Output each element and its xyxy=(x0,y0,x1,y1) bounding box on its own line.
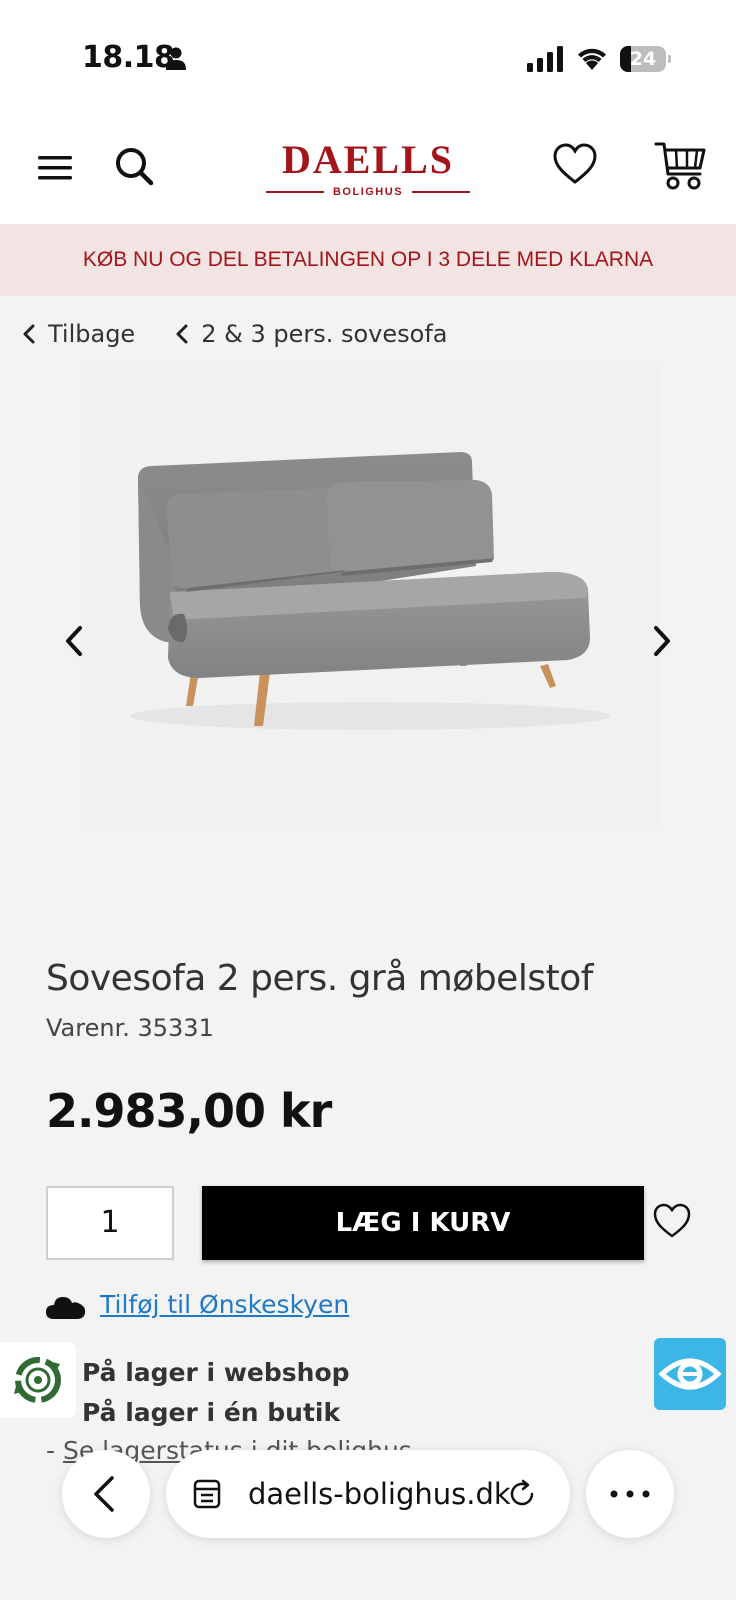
hamburger-menu-icon[interactable] xyxy=(36,148,76,188)
sofa-product-image xyxy=(130,452,610,730)
reload-icon[interactable] xyxy=(506,1478,538,1510)
cloud-icon xyxy=(46,1297,86,1319)
product-title: Sovesofa 2 pers. grå møbelstof xyxy=(46,958,593,999)
site-header: DAELLS BOLIGHUS xyxy=(0,112,736,224)
next-image-arrow-icon[interactable] xyxy=(650,624,674,658)
cellular-signal-icon xyxy=(527,46,563,72)
wishlist-heart-icon[interactable] xyxy=(552,142,598,186)
store-stock-status: På lager i én butik xyxy=(82,1398,341,1427)
add-to-wishlist-heart-icon[interactable] xyxy=(652,1202,692,1240)
product-price: 2.983,00 kr xyxy=(46,1084,332,1138)
chevron-left-icon xyxy=(23,324,35,344)
eye-icon xyxy=(658,1358,722,1390)
back-link-label: Tilbage xyxy=(48,320,136,348)
brand-name: DAELLS xyxy=(281,137,455,182)
brand-subtitle: BOLIGHUS xyxy=(328,184,408,200)
browser-back-button[interactable] xyxy=(62,1450,150,1538)
webshop-stock-status: På lager i webshop xyxy=(82,1358,350,1387)
battery-indicator: 24 xyxy=(620,46,671,72)
search-icon[interactable] xyxy=(112,144,156,188)
browser-more-button[interactable] xyxy=(586,1450,674,1538)
wifi-icon xyxy=(578,48,606,70)
wishlist-cloud-link[interactable]: Tilføj til Ønskeskyen xyxy=(100,1290,349,1319)
recycle-icon xyxy=(14,1357,61,1403)
product-image-gallery[interactable] xyxy=(80,366,660,826)
status-bar: 18.18 24 xyxy=(0,0,736,112)
quantity-input[interactable]: 1 xyxy=(46,1186,174,1260)
person-icon xyxy=(166,47,186,70)
add-to-cart-button[interactable]: LÆG I KURV xyxy=(202,1186,644,1260)
chevron-left-icon xyxy=(94,1476,114,1512)
back-link[interactable]: Tilbage xyxy=(22,320,135,348)
url-text: daells-bolighus.dk xyxy=(248,1477,511,1511)
product-sku: Varenr. 35331 xyxy=(46,1014,214,1042)
breadcrumb: Tilbage 2 & 3 pers. sovesofa xyxy=(22,312,487,356)
promo-banner[interactable]: KØB NU OG DEL BETALINGEN OP I 3 DELE MED… xyxy=(0,224,736,296)
sustainability-badge[interactable] xyxy=(0,1342,76,1418)
accessibility-badge[interactable] xyxy=(654,1338,726,1410)
category-link-label: 2 & 3 pers. sovesofa xyxy=(201,320,448,348)
address-bar[interactable]: daells-bolighus.dk xyxy=(166,1450,570,1538)
brand-logo[interactable]: DAELLS BOLIGHUS xyxy=(266,140,470,204)
stock-status-prefix: - xyxy=(46,1436,63,1465)
shopping-cart-icon[interactable] xyxy=(654,140,706,192)
previous-image-arrow-icon[interactable] xyxy=(62,624,86,658)
tab-layout-icon xyxy=(193,1479,221,1509)
more-dots-icon xyxy=(610,1490,650,1498)
battery-level: 24 xyxy=(629,48,657,70)
category-link[interactable]: 2 & 3 pers. sovesofa xyxy=(175,320,447,348)
clock: 18.18 xyxy=(82,40,175,75)
chevron-left-icon xyxy=(176,324,188,344)
